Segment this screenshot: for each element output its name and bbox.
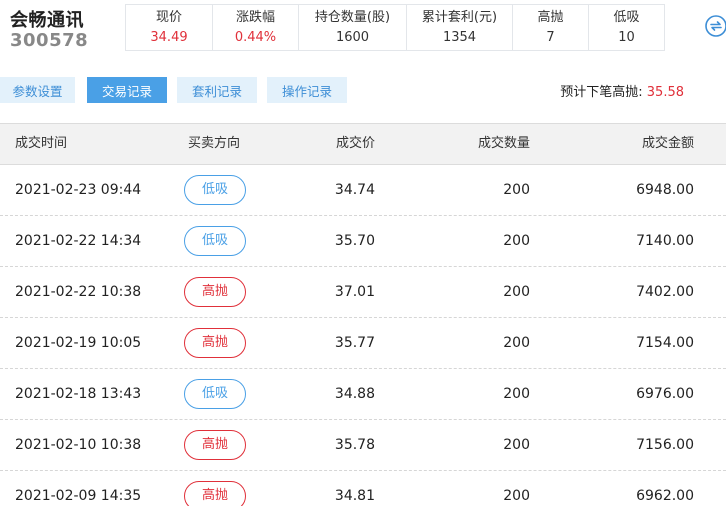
next-sell-forecast: 预计下笔高抛: 35.58 — [560, 81, 684, 100]
stock-header: 会畅通讯 300578 现价 34.49 涨跌幅 0.44% 持仓数量(股) 1… — [0, 0, 726, 60]
stat-label: 高抛 — [537, 9, 564, 25]
direction-badge: 高抛 — [184, 328, 246, 358]
stat-value: 10 — [618, 29, 635, 45]
forecast-label: 预计下笔高抛: — [560, 85, 643, 100]
trade-time: 2021-02-18 13:43 — [15, 386, 142, 402]
table-row: 2021-02-22 10:38 高抛 37.01 200 7402.00 — [0, 267, 726, 318]
stat-label: 涨跌幅 — [235, 9, 275, 25]
trade-qty: 200 — [503, 437, 530, 453]
trade-time: 2021-02-23 09:44 — [15, 182, 142, 198]
trade-price: 34.74 — [334, 182, 375, 198]
stat-label: 持仓数量(股) — [314, 9, 391, 25]
trade-amount: 7402.00 — [636, 284, 694, 300]
trade-qty: 200 — [503, 386, 530, 402]
table-row: 2021-02-18 13:43 低吸 34.88 200 6976.00 — [0, 369, 726, 420]
trade-amount: 6976.00 — [636, 386, 694, 402]
tab-arbitrage-records[interactable]: 套利记录 — [177, 77, 257, 103]
table-row: 2021-02-19 10:05 高抛 35.77 200 7154.00 — [0, 318, 726, 369]
trade-price: 34.81 — [334, 488, 375, 504]
stat-sell-high-count: 高抛 7 — [512, 5, 588, 50]
header-amount: 成交金额 — [641, 136, 694, 151]
stat-value: 7 — [546, 29, 555, 45]
stat-current-price: 现价 34.49 — [126, 5, 212, 50]
header-qty: 成交数量 — [477, 136, 530, 151]
direction-badge: 低吸 — [184, 175, 246, 205]
stock-name: 会畅通讯 — [10, 10, 84, 31]
direction-badge: 高抛 — [184, 430, 246, 460]
trade-price: 35.77 — [334, 335, 375, 351]
direction-badge: 高抛 — [184, 481, 246, 506]
stat-label: 累计套利(元) — [421, 9, 498, 25]
stat-change-percent: 涨跌幅 0.44% — [212, 5, 298, 50]
stats-panel: 现价 34.49 涨跌幅 0.44% 持仓数量(股) 1600 累计套利(元) … — [125, 4, 665, 51]
stat-value: 34.49 — [150, 29, 188, 45]
table-row: 2021-02-22 14:34 低吸 35.70 200 7140.00 — [0, 216, 726, 267]
trade-price: 34.88 — [334, 386, 375, 402]
header-time: 成交时间 — [15, 136, 68, 151]
stat-value: 0.44% — [234, 29, 277, 45]
stat-label: 现价 — [155, 9, 182, 25]
header-price: 成交价 — [335, 136, 375, 151]
stat-buy-low-count: 低吸 10 — [588, 5, 664, 50]
trade-time: 2021-02-22 10:38 — [15, 284, 142, 300]
stat-value: 1354 — [442, 29, 477, 45]
stat-position-qty: 持仓数量(股) 1600 — [298, 5, 406, 50]
table-header: 成交时间 买卖方向 成交价 成交数量 成交金额 — [0, 123, 726, 165]
tab-bar: 参数设置 交易记录 套利记录 操作记录 预计下笔高抛: 35.58 — [0, 77, 726, 103]
trade-price: 35.70 — [334, 233, 375, 249]
table-row: 2021-02-23 09:44 低吸 34.74 200 6948.00 — [0, 165, 726, 216]
header-direction: 买卖方向 — [188, 136, 241, 151]
stock-code: 300578 — [10, 30, 89, 51]
trade-qty: 200 — [503, 233, 530, 249]
direction-badge: 高抛 — [184, 277, 246, 307]
forecast-value: 35.58 — [646, 85, 684, 100]
trade-amount: 7156.00 — [636, 437, 694, 453]
stat-label: 低吸 — [613, 9, 640, 25]
trade-qty: 200 — [503, 335, 530, 351]
trade-price: 37.01 — [334, 284, 375, 300]
table-row: 2021-02-09 14:35 高抛 34.81 200 6962.00 — [0, 471, 726, 506]
trade-amount: 7154.00 — [636, 335, 694, 351]
direction-badge: 低吸 — [184, 226, 246, 256]
trade-qty: 200 — [503, 182, 530, 198]
trade-amount: 7140.00 — [636, 233, 694, 249]
trade-amount: 6948.00 — [636, 182, 694, 198]
tab-trade-records[interactable]: 交易记录 — [87, 77, 167, 103]
table-row: 2021-02-10 10:38 高抛 35.78 200 7156.00 — [0, 420, 726, 471]
trade-qty: 200 — [503, 488, 530, 504]
trade-time: 2021-02-10 10:38 — [15, 437, 142, 453]
trade-price: 35.78 — [334, 437, 375, 453]
trade-qty: 200 — [503, 284, 530, 300]
trade-amount: 6962.00 — [636, 488, 694, 504]
tab-params[interactable]: 参数设置 — [0, 77, 75, 103]
direction-badge: 低吸 — [184, 379, 246, 409]
trade-time: 2021-02-09 14:35 — [15, 488, 142, 504]
trade-time: 2021-02-22 14:34 — [15, 233, 142, 249]
stat-value: 1600 — [335, 29, 370, 45]
trade-table-body: 2021-02-23 09:44 低吸 34.74 200 6948.00 2021-02… — [0, 165, 726, 506]
tab-operation-records[interactable]: 操作记录 — [267, 77, 347, 103]
trade-time: 2021-02-19 10:05 — [15, 335, 142, 351]
refresh-icon[interactable] — [704, 14, 726, 38]
stat-cumulative-arbitrage: 累计套利(元) 1354 — [406, 5, 512, 50]
